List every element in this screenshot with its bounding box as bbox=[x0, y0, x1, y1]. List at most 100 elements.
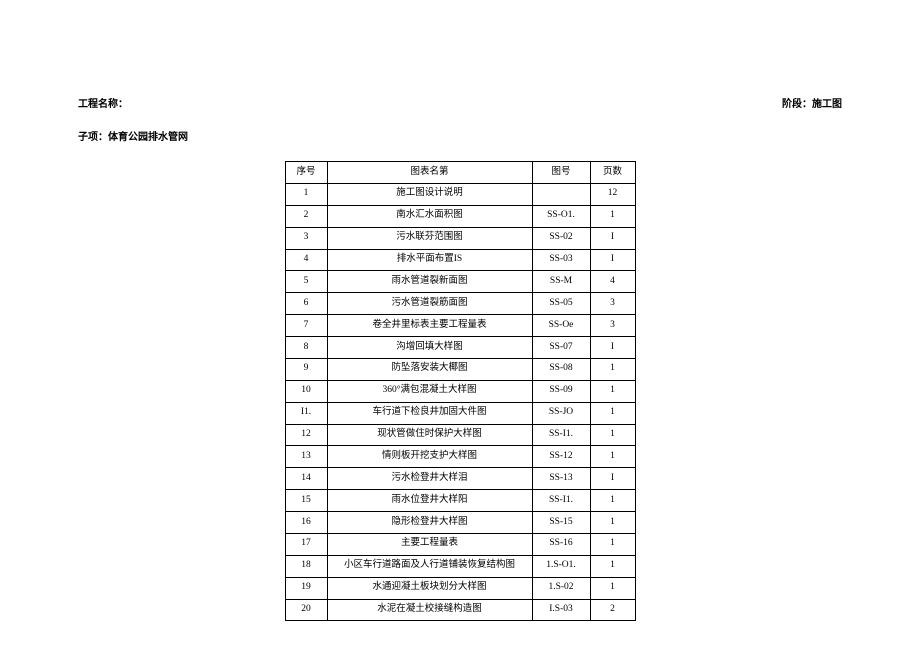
cell-code: SS-I1. bbox=[532, 424, 590, 446]
cell-code: SS-09 bbox=[532, 380, 590, 402]
cell-pages: 3 bbox=[590, 315, 635, 337]
cell-seq: 7 bbox=[285, 315, 327, 337]
cell-name: 小区车行道路面及人行道铺装恢复结构图 bbox=[327, 555, 532, 577]
cell-pages: I bbox=[590, 337, 635, 359]
cell-name: 施工图设计说明 bbox=[327, 183, 532, 205]
table-row: 20水泥在凝土校接缝构造图I.S-032 bbox=[285, 599, 635, 621]
table-row: 3污水联芬范围图SS-02I bbox=[285, 227, 635, 249]
table-row: 13情则板开挖支护大样图SS-121 bbox=[285, 446, 635, 468]
table-row: 8沟增回填大样图SS-07I bbox=[285, 337, 635, 359]
table-row: 1施工图设计说明 12 bbox=[285, 183, 635, 205]
cell-name: 污水检登井大样泪 bbox=[327, 468, 532, 490]
cell-name: 360°满包混凝土大样图 bbox=[327, 380, 532, 402]
table-row: 10360°满包混凝土大样图SS-091 bbox=[285, 380, 635, 402]
cell-seq: 8 bbox=[285, 337, 327, 359]
cell-name: 水通迎凝土板块划分大样图 bbox=[327, 577, 532, 599]
cell-seq: I1. bbox=[285, 402, 327, 424]
cell-name: 排水平面布置IS bbox=[327, 249, 532, 271]
cell-pages: 1 bbox=[590, 402, 635, 424]
cell-name: 主要工程量表 bbox=[327, 533, 532, 555]
cell-pages: I bbox=[590, 468, 635, 490]
cell-pages: 3 bbox=[590, 293, 635, 315]
cell-name: 沟增回填大样图 bbox=[327, 337, 532, 359]
cell-name: 南水汇水面积图 bbox=[327, 205, 532, 227]
cell-pages: I bbox=[590, 249, 635, 271]
cell-name: 情则板开挖支护大样图 bbox=[327, 446, 532, 468]
cell-code: SS-02 bbox=[532, 227, 590, 249]
table-row: I1.车行道下检良井加固大件图SS-JO1 bbox=[285, 402, 635, 424]
col-header-name: 图表名第 bbox=[327, 162, 532, 184]
table-row: 17主要工程量表SS-161 bbox=[285, 533, 635, 555]
cell-pages: 4 bbox=[590, 271, 635, 293]
cell-code bbox=[532, 183, 590, 205]
cell-code: SS-I1. bbox=[532, 490, 590, 512]
cell-pages: 1 bbox=[590, 424, 635, 446]
cell-code: SS-12 bbox=[532, 446, 590, 468]
cell-name: 车行道下检良井加固大件图 bbox=[327, 402, 532, 424]
cell-name: 防坠落安装大椰图 bbox=[327, 358, 532, 380]
cell-name: 污水联芬范围图 bbox=[327, 227, 532, 249]
cell-code: 1.S-02 bbox=[532, 577, 590, 599]
cell-seq: 10 bbox=[285, 380, 327, 402]
table-row: 2南水汇水面积图SS-O1.1 bbox=[285, 205, 635, 227]
cell-code: SS-07 bbox=[532, 337, 590, 359]
cell-code: SS-M bbox=[532, 271, 590, 293]
cell-code: SS-08 bbox=[532, 358, 590, 380]
cell-seq: 12 bbox=[285, 424, 327, 446]
table-row: 4排水平面布置ISSS-03I bbox=[285, 249, 635, 271]
cell-pages: 1 bbox=[590, 555, 635, 577]
cell-pages: 1 bbox=[590, 533, 635, 555]
cell-name: 卷全井里标表主要工程量表 bbox=[327, 315, 532, 337]
cell-name: 雨水位登井大样阳 bbox=[327, 490, 532, 512]
cell-code: SS-15 bbox=[532, 512, 590, 534]
table-row: 5雨水管道裂新面图SS-M4 bbox=[285, 271, 635, 293]
subitem-label: 子项：体育公园排水管网 bbox=[0, 128, 920, 143]
cell-pages: 1 bbox=[590, 446, 635, 468]
cell-seq: 13 bbox=[285, 446, 327, 468]
col-header-pages: 页数 bbox=[590, 162, 635, 184]
cell-seq: 16 bbox=[285, 512, 327, 534]
cell-pages: 1 bbox=[590, 380, 635, 402]
cell-seq: 19 bbox=[285, 577, 327, 599]
cell-pages: 1 bbox=[590, 205, 635, 227]
cell-code: SS-13 bbox=[532, 468, 590, 490]
cell-name: 污水管道裂筋面图 bbox=[327, 293, 532, 315]
cell-name: 隐形检登井大样图 bbox=[327, 512, 532, 534]
cell-code: SS-03 bbox=[532, 249, 590, 271]
cell-seq: 5 bbox=[285, 271, 327, 293]
table-row: 19水通迎凝土板块划分大样图1.S-021 bbox=[285, 577, 635, 599]
project-label: 工程名称： bbox=[78, 95, 128, 110]
table-row: 18小区车行道路面及人行道铺装恢复结构图1.S-O1.1 bbox=[285, 555, 635, 577]
cell-code: SS-16 bbox=[532, 533, 590, 555]
cell-seq: 3 bbox=[285, 227, 327, 249]
table-row: 15雨水位登井大样阳SS-I1.1 bbox=[285, 490, 635, 512]
table-wrap: 序号 图表名第 图号 页数 1施工图设计说明122南水汇水面积图SS-O1.13… bbox=[0, 161, 920, 621]
cell-pages: 1 bbox=[590, 490, 635, 512]
cell-pages: 12 bbox=[590, 183, 635, 205]
cell-code: I.S-03 bbox=[532, 599, 590, 621]
cell-code: SS-Oe bbox=[532, 315, 590, 337]
cell-code: SS-O1. bbox=[532, 205, 590, 227]
table-row: 6污水管道裂筋面图SS-053 bbox=[285, 293, 635, 315]
cell-seq: 6 bbox=[285, 293, 327, 315]
phase-label: 阶段：施工图 bbox=[782, 95, 842, 110]
cell-seq: 14 bbox=[285, 468, 327, 490]
cell-seq: 4 bbox=[285, 249, 327, 271]
cell-seq: 17 bbox=[285, 533, 327, 555]
cell-seq: 15 bbox=[285, 490, 327, 512]
cell-name: 雨水管道裂新面图 bbox=[327, 271, 532, 293]
col-header-seq: 序号 bbox=[285, 162, 327, 184]
cell-pages: 1 bbox=[590, 577, 635, 599]
cell-seq: 1 bbox=[285, 183, 327, 205]
drawing-list-table: 序号 图表名第 图号 页数 1施工图设计说明122南水汇水面积图SS-O1.13… bbox=[285, 161, 636, 621]
cell-seq: 9 bbox=[285, 358, 327, 380]
table-row: 14污水检登井大样泪SS-13I bbox=[285, 468, 635, 490]
table-row: 9防坠落安装大椰图SS-081 bbox=[285, 358, 635, 380]
cell-seq: 20 bbox=[285, 599, 327, 621]
col-header-code: 图号 bbox=[532, 162, 590, 184]
cell-code: 1.S-O1. bbox=[532, 555, 590, 577]
cell-seq: 2 bbox=[285, 205, 327, 227]
table-header-row: 序号 图表名第 图号 页数 bbox=[285, 162, 635, 184]
cell-pages: 2 bbox=[590, 599, 635, 621]
table-row: 7卷全井里标表主要工程量表SS-Oe3 bbox=[285, 315, 635, 337]
